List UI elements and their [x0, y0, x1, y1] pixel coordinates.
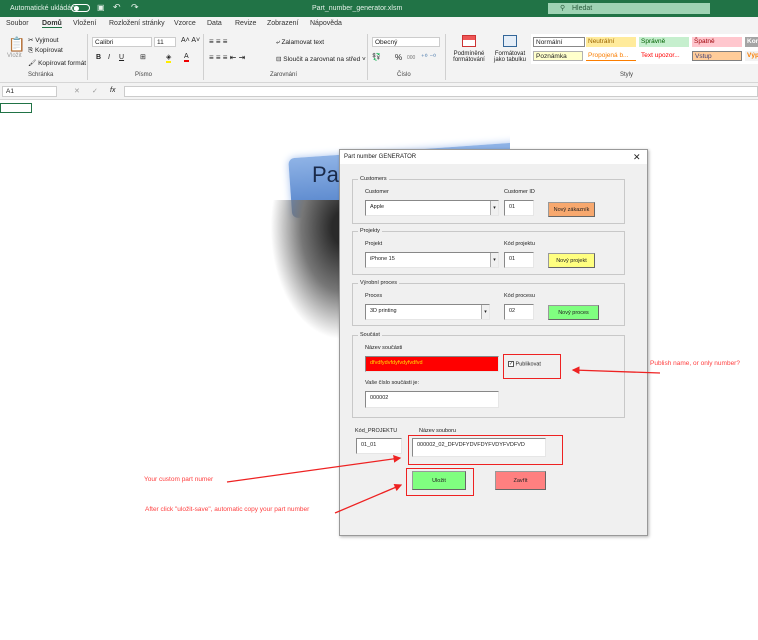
annotation-arrows	[226, 366, 661, 514]
arrow-after-save	[334, 483, 403, 514]
arrow-custom-part	[226, 455, 402, 483]
arrow-publish	[571, 366, 661, 375]
